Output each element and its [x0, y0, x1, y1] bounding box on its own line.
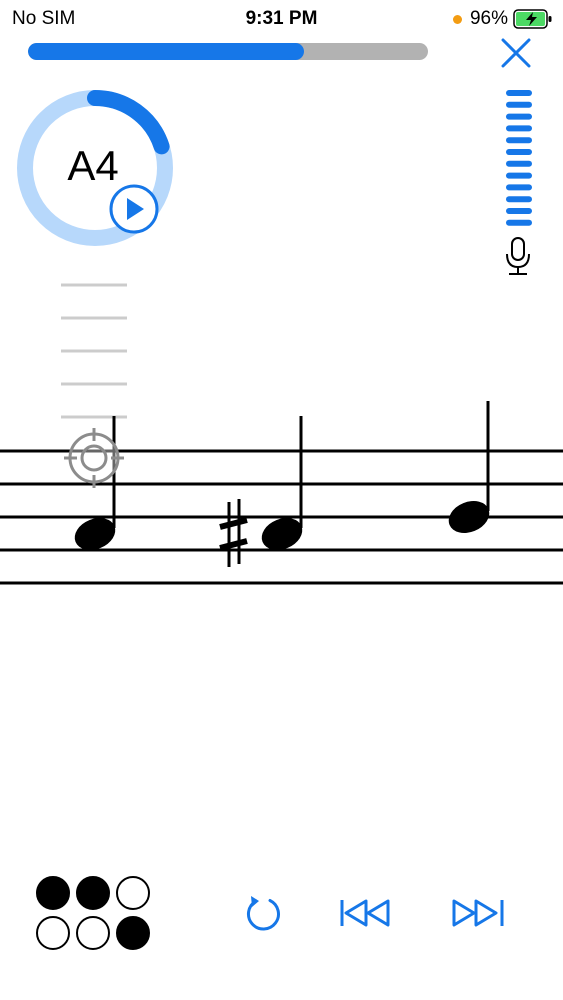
note-2[interactable]: [257, 416, 307, 556]
result-dot: [36, 916, 70, 950]
music-staff: [0, 283, 563, 585]
level-bar: [506, 101, 532, 108]
level-bar: [506, 184, 532, 191]
battery-charging-icon: [513, 9, 552, 29]
status-bar: No SIM 9:31 PM 96%: [0, 0, 563, 36]
result-dot: [76, 916, 110, 950]
result-dot: [76, 876, 110, 910]
level-bar: [506, 172, 532, 179]
skip-forward-icon[interactable]: [450, 896, 506, 930]
skip-back-icon[interactable]: [338, 896, 394, 930]
level-bar: [506, 125, 532, 132]
battery-percent: 96%: [469, 8, 508, 29]
recording-indicator-dot: [452, 14, 462, 24]
bottom-controls: [0, 860, 563, 970]
level-bar: [506, 208, 532, 214]
exercise-progress-fill: [28, 43, 304, 60]
level-bar: [506, 149, 532, 155]
repeat-icon[interactable]: [242, 892, 284, 934]
result-dot: [116, 876, 150, 910]
ledger-lines: [61, 283, 127, 419]
level-bar: [506, 113, 532, 120]
level-bar: [506, 90, 532, 96]
result-dot: [36, 876, 70, 910]
close-icon[interactable]: [498, 35, 534, 71]
level-bar: [506, 219, 532, 226]
level-bar: [506, 196, 532, 203]
level-bar: [506, 137, 532, 144]
note-3[interactable]: [444, 401, 494, 539]
sharp-icon: [219, 499, 248, 567]
result-dots: [36, 876, 150, 950]
input-level-meter: [506, 90, 532, 226]
exercise-progress-bar: [28, 43, 428, 60]
play-icon[interactable]: [107, 182, 161, 236]
level-bar: [506, 160, 532, 167]
result-dot: [116, 916, 150, 950]
